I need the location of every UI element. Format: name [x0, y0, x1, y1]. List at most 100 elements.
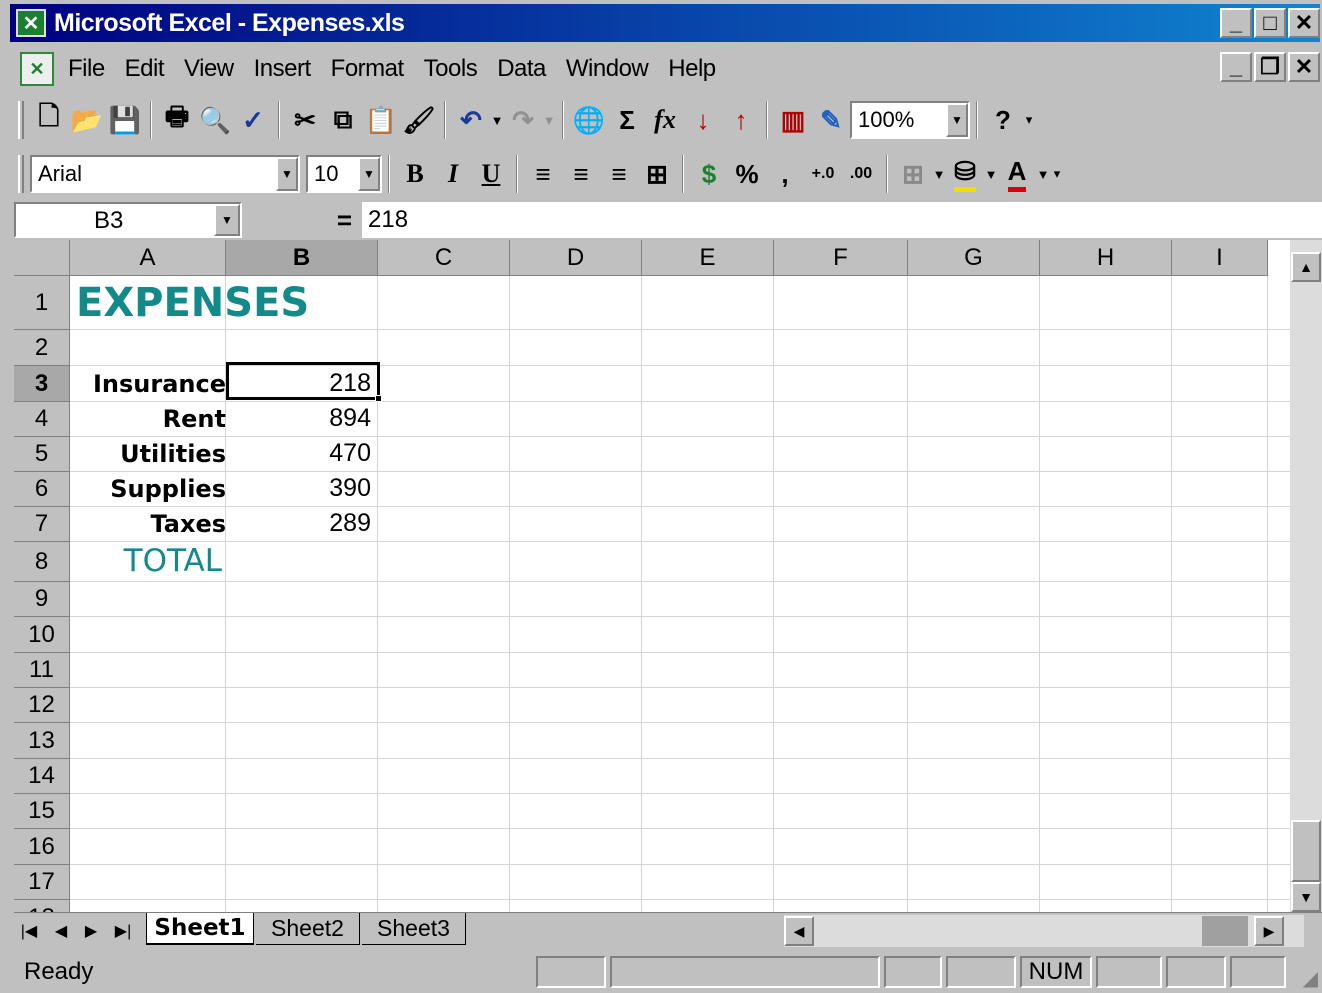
vertical-scrollbar[interactable]: ▲ ▼ — [1290, 240, 1322, 912]
spreadsheet-grid[interactable]: ABCDEFGHI 123456789101112131415161718 EX… — [14, 240, 1290, 912]
undo-dropdown[interactable]: ▼ — [490, 113, 504, 128]
office-assistant-button[interactable]: ? — [984, 100, 1022, 140]
row-header[interactable]: 9 — [14, 582, 70, 617]
column-header[interactable]: I — [1172, 240, 1268, 276]
toolbar-grip[interactable] — [18, 101, 24, 139]
label-cell[interactable]: Insurance — [70, 366, 226, 401]
dropdown-arrow-icon[interactable]: ▼ — [214, 204, 240, 236]
close-button[interactable]: ✕ — [1288, 8, 1320, 38]
increase-decimal-button[interactable]: +.0 — [804, 154, 842, 194]
autosum-button[interactable]: Σ — [608, 100, 646, 140]
open-button[interactable]: 📂 — [68, 100, 106, 140]
value-cell[interactable]: 470 — [227, 436, 377, 471]
row-header[interactable]: 18 — [14, 900, 70, 912]
doc-minimize-button[interactable]: _ — [1220, 52, 1252, 82]
save-button[interactable]: 💾 — [106, 100, 144, 140]
currency-style-button[interactable]: $ — [690, 154, 728, 194]
menu-format[interactable]: Format — [331, 55, 405, 83]
print-button[interactable]: 🖶 — [158, 100, 196, 140]
doc-close-button[interactable]: ✕ — [1288, 52, 1320, 82]
scroll-up-button[interactable]: ▲ — [1291, 252, 1321, 282]
excel-icon[interactable]: ✕ — [16, 9, 46, 37]
row-header[interactable]: 11 — [14, 653, 70, 688]
underline-button[interactable]: U — [472, 154, 510, 194]
dropdown-arrow-icon[interactable]: ▼ — [276, 157, 298, 191]
label-cell[interactable]: Rent — [70, 401, 226, 436]
redo-button[interactable]: ↷ — [504, 100, 542, 140]
column-header[interactable]: D — [510, 240, 642, 276]
sort-descending-button[interactable]: ↑ — [722, 100, 760, 140]
cut-button[interactable]: ✂ — [286, 100, 324, 140]
tab-sheet3[interactable]: Sheet3 — [362, 913, 466, 945]
last-sheet-button[interactable]: ▶| — [108, 917, 138, 945]
total-label-cell[interactable]: TOTAL — [70, 542, 222, 580]
value-cell[interactable]: 289 — [227, 506, 377, 541]
menu-window[interactable]: Window — [566, 55, 649, 83]
copy-button[interactable]: ⧉ — [324, 100, 362, 140]
column-header[interactable]: E — [642, 240, 774, 276]
decrease-decimal-button[interactable]: .00 — [842, 154, 880, 194]
active-cell-border[interactable] — [226, 362, 380, 400]
resize-grip-icon[interactable]: ◢ — [1303, 966, 1318, 991]
menu-data[interactable]: Data — [497, 55, 546, 83]
font-color-button[interactable]: A — [998, 154, 1036, 194]
fill-color-dropdown[interactable]: ▼ — [984, 167, 998, 182]
workbook-icon[interactable]: ✕ — [20, 52, 54, 86]
redo-dropdown[interactable]: ▼ — [542, 113, 556, 128]
row-header[interactable]: 7 — [14, 507, 70, 542]
merge-center-button[interactable]: ⊞ — [638, 154, 676, 194]
edit-formula-button[interactable]: = — [242, 202, 362, 238]
row-header[interactable]: 16 — [14, 829, 70, 865]
undo-button[interactable]: ↶ — [452, 100, 490, 140]
row-header[interactable]: 6 — [14, 472, 70, 507]
fill-color-button[interactable]: ⛁ — [946, 154, 984, 194]
minimize-button[interactable]: _ — [1220, 8, 1252, 38]
title-cell[interactable]: EXPENSES — [76, 276, 309, 330]
tab-sheet1[interactable]: Sheet1 — [146, 913, 254, 945]
menu-view[interactable]: View — [184, 55, 234, 83]
row-header[interactable]: 5 — [14, 437, 70, 472]
align-right-button[interactable]: ≡ — [600, 154, 638, 194]
paste-function-button[interactable]: fx — [646, 100, 684, 140]
percent-style-button[interactable]: % — [728, 154, 766, 194]
value-cell[interactable]: 894 — [227, 401, 377, 436]
menu-edit[interactable]: Edit — [125, 55, 165, 83]
new-button[interactable]: 🗋 — [30, 100, 68, 140]
row-header[interactable]: 15 — [14, 794, 70, 829]
row-header[interactable]: 1 — [14, 276, 70, 330]
column-header[interactable]: H — [1040, 240, 1172, 276]
label-cell[interactable]: Supplies — [70, 471, 226, 506]
menu-insert[interactable]: Insert — [254, 55, 312, 83]
zoom-combo[interactable]: 100% ▼ — [850, 101, 970, 139]
label-cell[interactable]: Utilities — [70, 436, 226, 471]
font-size-combo[interactable]: 10 ▼ — [306, 155, 382, 193]
more-buttons-dropdown[interactable]: ▾ — [1050, 166, 1064, 182]
more-buttons-dropdown[interactable]: ▾ — [1022, 112, 1036, 128]
dropdown-arrow-icon[interactable]: ▼ — [358, 157, 380, 191]
fill-handle[interactable] — [375, 395, 382, 402]
align-left-button[interactable]: ≡ — [524, 154, 562, 194]
value-cell[interactable]: 390 — [227, 471, 377, 506]
menu-file[interactable]: File — [68, 55, 105, 83]
italic-button[interactable]: I — [434, 154, 472, 194]
row-header[interactable]: 14 — [14, 759, 70, 794]
column-header[interactable]: A — [70, 240, 226, 276]
row-header[interactable]: 3 — [14, 366, 70, 402]
row-header[interactable]: 8 — [14, 542, 70, 582]
format-painter-button[interactable]: 🖌 — [400, 100, 438, 140]
menu-help[interactable]: Help — [668, 55, 716, 83]
borders-button[interactable]: ⊞ — [894, 154, 932, 194]
select-all-button[interactable] — [14, 240, 70, 276]
row-header[interactable]: 17 — [14, 865, 70, 900]
name-box[interactable]: B3 ▼ — [14, 202, 242, 238]
maximize-button[interactable]: □ — [1254, 8, 1286, 38]
column-header[interactable]: B — [226, 240, 378, 276]
scroll-thumb[interactable] — [1291, 820, 1321, 882]
label-cell[interactable]: Taxes — [70, 506, 226, 541]
font-color-dropdown[interactable]: ▼ — [1036, 167, 1050, 182]
row-header[interactable]: 2 — [14, 330, 70, 366]
font-combo[interactable]: Arial ▼ — [30, 155, 300, 193]
scroll-thumb[interactable] — [1202, 916, 1248, 946]
column-header[interactable]: F — [774, 240, 908, 276]
row-header[interactable]: 12 — [14, 688, 70, 723]
